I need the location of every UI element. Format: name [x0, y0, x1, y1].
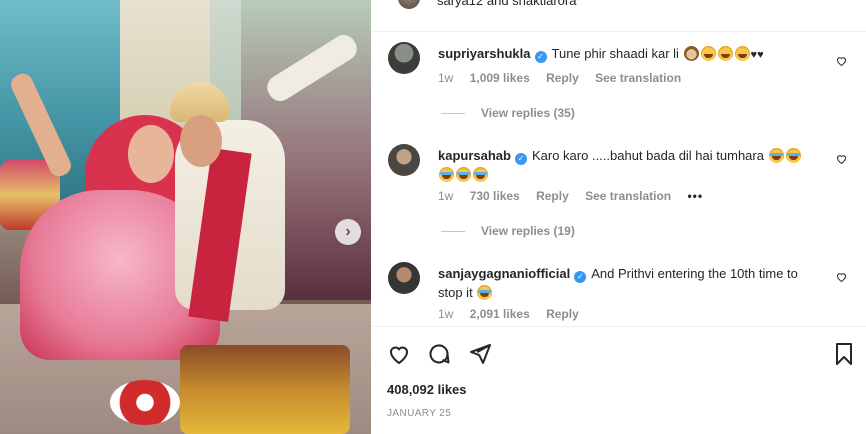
bookmark-icon — [836, 343, 852, 365]
comment-message: Tune phir shaadi kar li — [551, 46, 679, 61]
comment-message: Karo karo .....bahut bada dil hai tumhar… — [531, 148, 764, 163]
comment-icon — [429, 344, 450, 364]
replies-divider-line — [441, 230, 465, 232]
grinning-icon — [734, 46, 750, 61]
comment-button[interactable] — [427, 342, 453, 368]
verified-icon: ✓ — [534, 51, 547, 63]
share-icon — [470, 344, 491, 364]
comment-text: supriyarshukla ✓ Tune phir shaadi kar li ♥… — [438, 44, 808, 65]
post-likes-count[interactable]: 408,092 likes — [387, 382, 467, 397]
chevron-right-icon: › — [345, 223, 351, 240]
tears-of-joy-icon — [785, 148, 801, 163]
view-replies-label: View replies (19) — [481, 224, 575, 238]
heart-icon — [389, 346, 409, 365]
comment-meta: 1w 730 likes Reply See translation ••• — [438, 189, 716, 203]
share-button[interactable] — [468, 342, 494, 368]
photo-groom-face — [180, 115, 222, 167]
avatar[interactable] — [398, 0, 420, 9]
comment-username[interactable]: supriyarshukla — [438, 46, 531, 61]
verified-icon: ✓ — [574, 271, 587, 283]
comment-likes[interactable]: 730 likes — [470, 189, 520, 203]
view-replies-label: View replies (35) — [481, 106, 575, 120]
see-translation-button[interactable]: See translation — [595, 71, 681, 85]
post-photo[interactable]: › — [0, 0, 371, 434]
reply-button[interactable]: Reply — [536, 189, 569, 203]
comment-username[interactable]: kapursahab — [438, 148, 511, 163]
grinning-icon — [717, 46, 733, 61]
comment-options-button[interactable]: ••• — [687, 189, 703, 203]
comment-age: 1w — [438, 307, 454, 321]
more-icon[interactable]: ••• — [832, 0, 852, 8]
tears-of-joy-icon — [768, 148, 784, 163]
view-replies-button[interactable]: View replies (19) — [441, 224, 575, 238]
avatar[interactable] — [388, 262, 420, 294]
comment-meta: 1w 1,009 likes Reply See translation — [438, 71, 694, 85]
comment-age: 1w — [438, 189, 454, 203]
avatar[interactable] — [388, 42, 420, 74]
verified-icon: ✓ — [514, 153, 527, 165]
next-photo-button[interactable]: › — [335, 219, 361, 245]
post-actions — [387, 342, 857, 368]
reply-button[interactable]: Reply — [546, 71, 579, 85]
heart-icon[interactable] — [835, 55, 848, 67]
tears-of-joy-icon — [439, 167, 454, 182]
see-no-evil-monkey-icon — [683, 46, 699, 61]
comment-username[interactable]: sanjaygagnaniofficial — [438, 266, 570, 281]
liked-by-text[interactable]: sarya12 and shaktiarora — [437, 0, 576, 8]
replies-divider-line — [441, 112, 465, 114]
comment-age: 1w — [438, 71, 454, 85]
comment-meta: 1w 2,091 likes Reply — [438, 307, 592, 321]
section-divider — [371, 326, 866, 327]
photo-bride-face — [128, 125, 174, 183]
comment-likes[interactable]: 2,091 likes — [470, 307, 530, 321]
black-heart-icon: ♥♥ — [750, 49, 764, 61]
save-button[interactable] — [832, 342, 858, 368]
post-date: JANUARY 25 — [387, 408, 452, 419]
photo-flower-plate — [110, 380, 180, 425]
tears-of-joy-icon — [456, 167, 471, 182]
comments-panel: sarya12 and shaktiarora ••• supriyarshuk… — [371, 0, 866, 434]
liked-by-header: sarya12 and shaktiarora ••• — [371, 0, 866, 32]
like-button[interactable] — [387, 342, 413, 368]
reply-button[interactable]: Reply — [546, 307, 579, 321]
comment-likes[interactable]: 1,009 likes — [470, 71, 530, 85]
avatar[interactable] — [388, 144, 420, 176]
comment-text: sanjaygagnaniofficial ✓ And Prithvi enteri… — [438, 264, 808, 302]
view-replies-button[interactable]: View replies (35) — [441, 106, 575, 120]
heart-icon[interactable] — [835, 271, 848, 283]
tears-of-joy-icon — [477, 285, 493, 300]
tears-of-joy-icon — [473, 167, 488, 182]
comment-text: kapursahab ✓ Karo karo .....bahut bada dil… — [438, 146, 808, 184]
photo-ritual-items — [180, 345, 350, 434]
see-translation-button[interactable]: See translation — [585, 189, 671, 203]
grinning-icon — [700, 46, 716, 61]
heart-icon[interactable] — [835, 153, 848, 165]
